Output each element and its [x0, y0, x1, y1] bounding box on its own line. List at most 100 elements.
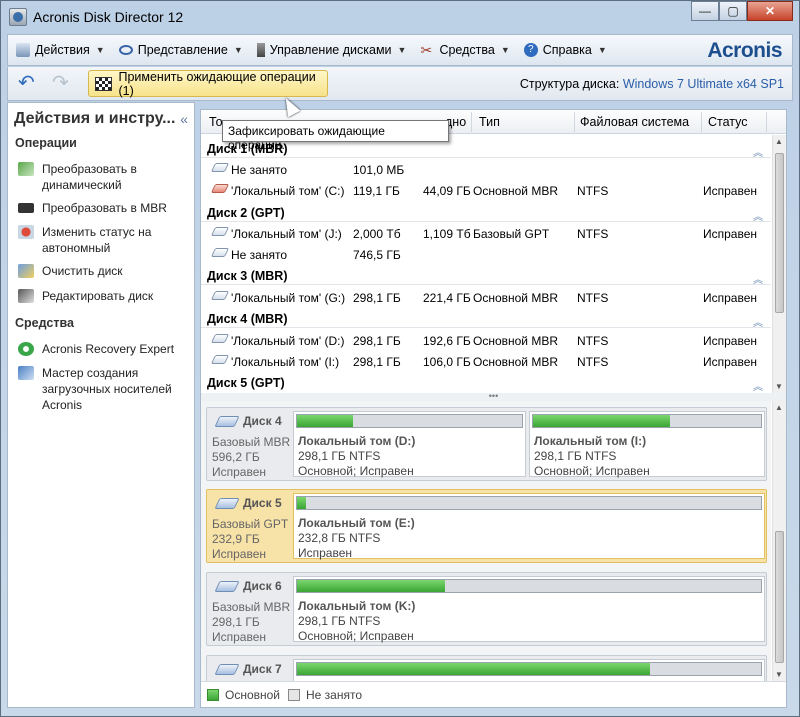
disk-card[interactable]: Диск 5 Базовый GPT 232,9 ГБ Исправен Лок… — [206, 489, 767, 563]
table-row[interactable]: 'Локальный том' (D:) 298,1 ГБ 192,6 ГБ О… — [201, 331, 771, 351]
group-disk-4[interactable]: Диск 4 (MBR) — [207, 312, 288, 326]
convert-to-mbr-link[interactable]: Преобразовать в MBR — [18, 200, 188, 216]
clean-disk-label: Очистить диск — [42, 264, 123, 278]
col-type[interactable]: Тип — [479, 115, 500, 129]
partition-state: Основной; Исправен — [534, 464, 650, 478]
table-row[interactable]: 'Локальный том' (C:) 119,1 ГБ 44,09 ГБ О… — [201, 181, 771, 201]
disk-size: 232,9 ГБ — [212, 532, 260, 546]
disk-map: Диск 4 Базовый MBR 596,2 ГБ Исправен Лок… — [201, 401, 771, 681]
disk-name: Диск 7 — [243, 662, 282, 676]
cell-capacity: 298,1 ГБ — [353, 334, 401, 348]
col-filesystem[interactable]: Файловая система — [580, 115, 689, 129]
bootable-media-icon — [18, 366, 34, 380]
recovery-expert-link[interactable]: Acronis Recovery Expert — [18, 341, 188, 357]
volume-icon — [210, 334, 230, 343]
table-row[interactable]: 'Локальный том' (J:) 2,000 Тб 1,109 Тб Б… — [201, 224, 771, 244]
disk-structure-value[interactable]: Windows 7 Ultimate x64 SP1 — [623, 77, 784, 91]
table-row[interactable]: Не занято 101,0 МБ — [201, 160, 771, 180]
partition-block[interactable]: Локальный том (E:) 232,8 ГБ NTFS Исправе… — [293, 493, 765, 560]
disk-icon — [214, 664, 240, 675]
cell-status: Исправен — [703, 334, 758, 348]
actions-panel-title: Действия и инстру... — [14, 110, 176, 127]
volume-icon — [210, 227, 230, 236]
cell-capacity: 298,1 ГБ — [353, 355, 401, 369]
set-offline-link[interactable]: Изменить статус на автономный — [18, 224, 188, 256]
menu-actions[interactable]: Действия ▼ — [8, 35, 111, 65]
list-scroll-thumb[interactable] — [775, 153, 784, 313]
app-window: Acronis Disk Director 12 — ▢ ✕ Действия ▼… — [0, 0, 800, 717]
menu-disk-management-label: Управление дисками — [269, 43, 392, 57]
cell-volume: 'Локальный том' (I:) — [231, 355, 340, 369]
cell-capacity: 298,1 ГБ — [353, 291, 401, 305]
minimize-button[interactable]: — — [691, 1, 719, 21]
cell-fs: NTFS — [577, 227, 609, 241]
undo-icon[interactable]: ↶ — [18, 73, 40, 94]
tooltip: Зафиксировать ожидающие операции. — [222, 120, 449, 152]
cell-type: Основной MBR — [473, 334, 559, 348]
clean-disk-link[interactable]: Очистить диск — [18, 263, 188, 279]
disk-card[interactable]: Диск 4 Базовый MBR 596,2 ГБ Исправен Лок… — [206, 407, 767, 481]
cell-status: Исправен — [703, 291, 758, 305]
cell-volume: Не занято — [231, 248, 288, 262]
close-button[interactable]: ✕ — [747, 1, 793, 21]
collapse-group-icon[interactable]: ︽ — [753, 378, 763, 393]
table-row[interactable]: 'Локальный том' (I:) 298,1 ГБ 106,0 ГБ О… — [201, 352, 771, 372]
edit-disk-link[interactable]: Редактировать диск — [18, 288, 188, 304]
disk-card[interactable]: Диск 7 — [206, 655, 767, 681]
menu-view[interactable]: Представление ▼ — [111, 35, 249, 65]
map-scrollbar[interactable]: ▲ ▼ — [772, 401, 786, 681]
list-scrollbar[interactable]: ▲ ▼ — [772, 135, 786, 393]
cell-volume: Не занято — [231, 163, 288, 177]
legend-free-label: Не занято — [306, 688, 363, 702]
group-disk-2[interactable]: Диск 2 (GPT) — [207, 206, 285, 220]
redo-icon[interactable]: ↷ — [52, 73, 74, 94]
operations-heading: Операции — [15, 136, 77, 150]
collapse-icon[interactable]: « — [180, 111, 188, 127]
menu-tools[interactable]: ✂ Средства ▼ — [412, 35, 515, 65]
table-row[interactable]: Не занято 746,5 ГБ — [201, 245, 771, 265]
offline-status-icon — [18, 225, 34, 239]
partition-block[interactable] — [293, 659, 765, 681]
map-scroll-thumb[interactable] — [775, 531, 784, 663]
partition-block[interactable]: Локальный том (D:) 298,1 ГБ NTFS Основно… — [293, 411, 526, 478]
legend-primary-swatch — [207, 689, 219, 701]
clean-disk-icon — [18, 264, 34, 278]
menu-help-label: Справка — [542, 43, 592, 57]
disk-card[interactable]: Диск 6 Базовый MBR 298,1 ГБ Исправен Лок… — [206, 572, 767, 646]
title-bar[interactable]: Acronis Disk Director 12 — ▢ ✕ — [1, 1, 799, 33]
cell-fs: NTFS — [577, 355, 609, 369]
menu-view-label: Представление — [137, 43, 228, 57]
partition-usage-bar — [297, 497, 307, 509]
pane-splitter[interactable]: ••• — [201, 392, 786, 401]
cell-fs: NTFS — [577, 334, 609, 348]
partition-block[interactable]: Локальный том (K:) 298,1 ГБ NTFS Основно… — [293, 576, 765, 643]
partition-state: Основной; Исправен — [298, 464, 414, 478]
legend-free-swatch — [288, 689, 300, 701]
group-disk-5[interactable]: Диск 5 (GPT) — [207, 376, 285, 390]
partition-block[interactable]: Локальный том (I:) 298,1 ГБ NTFS Основно… — [529, 411, 765, 478]
menu-actions-label: Действия — [35, 43, 90, 57]
volume-icon — [210, 355, 230, 364]
partition-usage-bar — [297, 415, 354, 427]
menu-help[interactable]: ? Справка ▼ — [516, 35, 613, 65]
convert-to-dynamic-link[interactable]: Преобразовать в динамический — [18, 161, 188, 193]
col-volume[interactable]: То — [209, 115, 223, 129]
menu-disk-management[interactable]: Управление дисками ▼ — [249, 35, 413, 65]
bootable-media-link[interactable]: Мастер создания загрузочных носителей Ac… — [18, 365, 188, 413]
edit-disk-label: Редактировать диск — [42, 289, 154, 303]
partition-info: 298,1 ГБ NTFS — [534, 449, 617, 463]
cell-free: 221,4 ГБ — [423, 291, 471, 305]
disk-name: Диск 6 — [243, 579, 282, 593]
col-status[interactable]: Статус — [708, 115, 748, 129]
menu-bar: Действия ▼ Представление ▼ Управление диск… — [7, 34, 793, 66]
convert-dynamic-icon — [18, 162, 34, 176]
apply-pending-button[interactable]: Применить ожидающие операции (1) — [88, 70, 328, 98]
maximize-button[interactable]: ▢ — [719, 1, 747, 21]
convert-to-dynamic-label: Преобразовать в динамический — [42, 162, 137, 192]
partition-usage-bar — [297, 580, 446, 592]
partition-usage-bar — [533, 415, 670, 427]
partition-label: Локальный том (I:) — [534, 434, 647, 448]
help-icon: ? — [523, 43, 538, 57]
table-row[interactable]: 'Локальный том' (G:) 298,1 ГБ 221,4 ГБ О… — [201, 288, 771, 308]
group-disk-3[interactable]: Диск 3 (MBR) — [207, 269, 288, 283]
